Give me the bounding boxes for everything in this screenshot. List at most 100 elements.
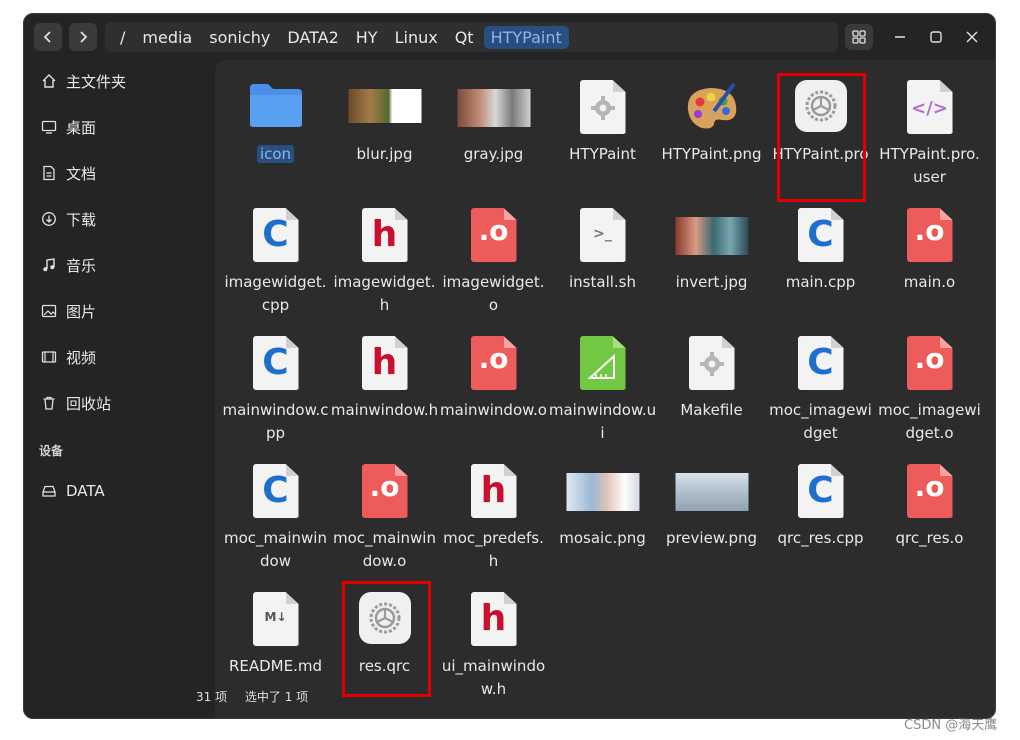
cpp-file-icon: C: [252, 464, 299, 518]
file-name: gray.jpg: [439, 143, 548, 166]
file-item[interactable]: HTYPaint.png: [657, 70, 766, 198]
file-name: icon: [221, 143, 330, 166]
object-file-icon: .o: [906, 208, 953, 262]
file-name: moc_predefs.h: [439, 527, 548, 573]
breadcrumb-item[interactable]: media: [135, 26, 199, 49]
file-name: moc_imagewidget: [766, 399, 875, 445]
sidebar-item-trash[interactable]: 回收站: [40, 390, 111, 416]
annotation-box: [342, 581, 431, 697]
file-item[interactable]: Cmainwindow.cpp: [221, 326, 330, 454]
sidebar-item-label: 音乐: [66, 256, 97, 275]
file-name-text: mainwindow.ui: [548, 401, 657, 442]
file-item[interactable]: h moc_predefs.h: [439, 454, 548, 582]
object-file-icon: .o: [470, 336, 517, 390]
file-item[interactable]: mainwindow.ui: [548, 326, 657, 454]
annotation-box: [777, 73, 866, 202]
file-item[interactable]: Cimagewidget.cpp: [221, 198, 330, 326]
close-button[interactable]: [958, 24, 986, 50]
file-name-text: HTYPaint: [569, 145, 636, 163]
image-thumbnail: [675, 464, 748, 511]
file-name: mainwindow.cpp: [221, 399, 330, 445]
home-icon: [40, 72, 58, 90]
object-file-icon: .o: [906, 336, 953, 390]
file-item[interactable]: .o main.o: [875, 198, 984, 326]
breadcrumb-item[interactable]: DATA2: [280, 26, 345, 49]
breadcrumb-item[interactable]: HY: [349, 26, 385, 49]
breadcrumb-item[interactable]: Qt: [448, 26, 481, 49]
file-name-text: qrc_res.cpp: [777, 529, 864, 547]
file-item[interactable]: </> HTYPaint.pro.user: [875, 70, 984, 198]
cpp-file-icon: C: [252, 336, 299, 390]
file-item[interactable]: Cmoc_imagewidget: [766, 326, 875, 454]
object-file-icon: .o: [361, 464, 408, 518]
file-item[interactable]: h imagewidget.h: [330, 198, 439, 326]
sidebar-item-desktop[interactable]: 桌面: [40, 114, 96, 140]
breadcrumb-item[interactable]: sonichy: [202, 26, 277, 49]
file-item[interactable]: .o mainwindow.o: [439, 326, 548, 454]
file-name: imagewidget.cpp: [221, 271, 330, 317]
file-item[interactable]: >_ install.sh: [548, 198, 657, 326]
status-bar: 31 项 选中了 1 项: [196, 688, 322, 705]
maximize-button[interactable]: [922, 24, 950, 50]
watermark: CSDN @海天鹰: [904, 718, 998, 733]
sidebar-item-data-drive[interactable]: DATA: [40, 478, 105, 504]
file-item[interactable]: h ui_mainwindow.h: [439, 582, 548, 710]
back-button[interactable]: [34, 23, 62, 51]
file-name-text: mainwindow.cpp: [222, 401, 329, 442]
file-item[interactable]: HTYPaint: [548, 70, 657, 198]
file-item[interactable]: blur.jpg: [330, 70, 439, 198]
file-item[interactable]: .o imagewidget.o: [439, 198, 548, 326]
file-item[interactable]: .o qrc_res.o: [875, 454, 984, 582]
file-name: moc_mainwindow.o: [330, 527, 439, 573]
image-thumbnail: [566, 464, 639, 511]
sidebar-item-home[interactable]: 主文件夹: [40, 68, 126, 94]
breadcrumb-item[interactable]: Linux: [388, 26, 445, 49]
file-name-text: HTYPaint.pro.user: [879, 145, 980, 186]
file-item[interactable]: preview.png: [657, 454, 766, 582]
sidebar-item-pictures[interactable]: 图片: [40, 298, 96, 324]
file-name: mainwindow.o: [439, 399, 548, 422]
file-name-text: install.sh: [569, 273, 636, 291]
picture-icon: [40, 302, 58, 320]
file-item[interactable]: Cqrc_res.cpp: [766, 454, 875, 582]
cpp-file-icon: C: [797, 464, 844, 518]
file-name-text: invert.jpg: [675, 273, 748, 291]
file-item[interactable]: gray.jpg: [439, 70, 548, 198]
file-item[interactable]: .o moc_imagewidget.o: [875, 326, 984, 454]
file-item[interactable]: Cmoc_mainwindow: [221, 454, 330, 582]
breadcrumb-item[interactable]: HTYPaint: [483, 25, 569, 49]
header-file-icon: h: [470, 592, 517, 646]
file-item[interactable]: icon: [221, 70, 330, 198]
sidebar-item-music[interactable]: 音乐: [40, 252, 96, 278]
forward-button[interactable]: [69, 23, 97, 51]
sidebar-item-documents[interactable]: 文档: [40, 160, 96, 186]
file-item[interactable]: Makefile: [657, 326, 766, 454]
file-item[interactable]: invert.jpg: [657, 198, 766, 326]
file-name-text: imagewidget.h: [333, 273, 436, 314]
file-name: qrc_res.cpp: [766, 527, 875, 550]
file-name: qrc_res.o: [875, 527, 984, 550]
sidebar-item-downloads[interactable]: 下载: [40, 206, 96, 232]
view-mode-button[interactable]: [845, 24, 873, 50]
file-name: moc_imagewidget.o: [875, 399, 984, 445]
file-item[interactable]: Cmain.cpp: [766, 198, 875, 326]
file-name-text: main.cpp: [785, 273, 856, 291]
file-item[interactable]: .o moc_mainwindow.o: [330, 454, 439, 582]
file-item[interactable]: h mainwindow.h: [330, 326, 439, 454]
file-name-text: icon: [256, 145, 295, 163]
minimize-button[interactable]: [886, 24, 914, 50]
file-name: imagewidget.h: [330, 271, 439, 317]
grid-icon: [852, 30, 866, 44]
file-item[interactable]: mosaic.png: [548, 454, 657, 582]
file-name: install.sh: [548, 271, 657, 294]
image-thumbnail: [675, 208, 748, 255]
music-icon: [40, 256, 58, 274]
cpp-file-icon: C: [252, 208, 299, 262]
sidebar-item-label: 下载: [66, 210, 97, 229]
breadcrumb: / media sonichy DATA2 HY Linux Qt HTYPaint: [105, 22, 838, 52]
header-file-icon: h: [361, 208, 408, 262]
sidebar-item-videos[interactable]: 视频: [40, 344, 96, 370]
header-file-icon: h: [361, 336, 408, 390]
file-name: moc_mainwindow: [221, 527, 330, 573]
breadcrumb-item[interactable]: /: [113, 26, 132, 49]
